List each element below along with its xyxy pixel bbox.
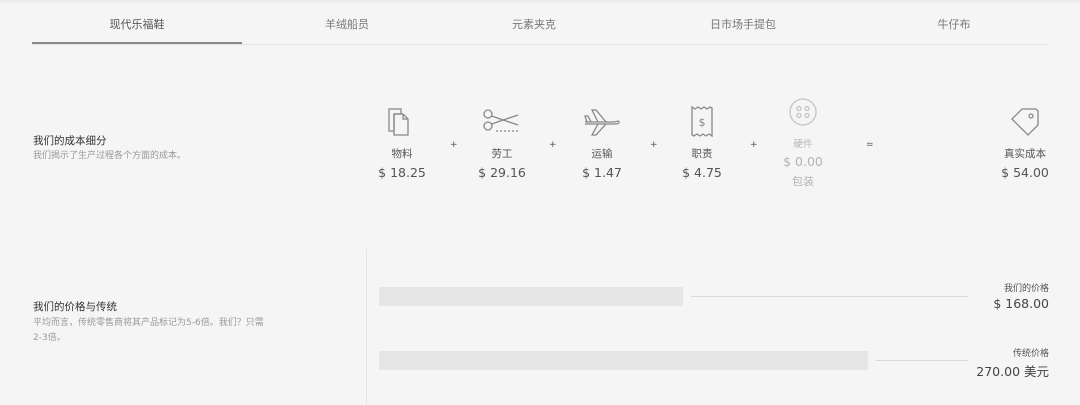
button-icon bbox=[789, 98, 817, 126]
cost-label: 劳工 bbox=[491, 148, 513, 160]
tab-cashmere-crew[interactable]: 羊绒船员 bbox=[242, 16, 452, 32]
cost-label: 物料 bbox=[391, 148, 413, 160]
packaging-label: 包装 bbox=[792, 175, 814, 188]
plus-operator: + bbox=[650, 140, 658, 150]
cost-item-duties: $ 职责 $ 4.75 bbox=[662, 104, 742, 180]
pricing-title: 我们的价格与传统 bbox=[33, 301, 117, 313]
cost-item-materials: 物料 $ 18.25 bbox=[362, 104, 442, 180]
tab-day-market-tote[interactable]: 日市场手提包 bbox=[638, 16, 848, 32]
cost-item-hardware: 硬件 $ 0.00 包装 bbox=[763, 94, 843, 189]
our-price-label: 我们的价格 bbox=[1003, 284, 1049, 294]
pricing-subtitle-line: 平均而言，传统零售商将其产品标记为5-6倍。我们？只需 bbox=[33, 318, 264, 328]
tab-modern-loafer[interactable]: 现代乐福鞋 bbox=[32, 16, 242, 32]
cost-breakdown-title: 我们的成本细分 bbox=[33, 135, 107, 147]
cost-label: 职责 bbox=[691, 148, 713, 160]
cost-breakdown-subtitle: 我们揭示了生产过程各个方面的成本。 bbox=[33, 151, 187, 161]
cost-value: $ 54.00 bbox=[1001, 165, 1049, 180]
equals-operator: = bbox=[866, 140, 874, 150]
plus-operator: + bbox=[750, 140, 758, 150]
cost-value: $ 18.25 bbox=[378, 165, 426, 180]
active-tab-indicator bbox=[32, 42, 242, 44]
fabric-icon bbox=[388, 108, 409, 136]
cost-label: 真实成本 bbox=[1004, 148, 1046, 160]
cost-item-true-cost: 真实成本 $ 54.00 bbox=[985, 104, 1065, 180]
vertical-divider bbox=[366, 249, 367, 405]
traditional-price-bar bbox=[379, 351, 868, 370]
traditional-price-label: 传统价格 bbox=[1012, 349, 1049, 359]
receipt-icon: $ bbox=[691, 105, 713, 138]
plus-operator: + bbox=[549, 140, 557, 150]
pricing-subtitle-line: 2-3倍。 bbox=[33, 333, 66, 343]
product-tabs: 现代乐福鞋 羊绒船员 元素夹克 日市场手提包 牛仔布 bbox=[32, 0, 1048, 45]
tab-denim[interactable]: 牛仔布 bbox=[849, 16, 1059, 32]
tab-element-jacket[interactable]: 元素夹克 bbox=[429, 16, 639, 32]
tag-icon bbox=[1011, 108, 1039, 136]
scissors-icon bbox=[483, 109, 519, 132]
cost-value: $ 4.75 bbox=[682, 165, 722, 180]
cost-label: 硬件 bbox=[793, 139, 813, 150]
cost-label: 运输 bbox=[591, 148, 613, 160]
our-price-leader-line bbox=[691, 296, 968, 297]
cost-value: $ 0.00 bbox=[783, 154, 823, 169]
cost-value: $ 1.47 bbox=[582, 165, 622, 180]
pricing-subtitle: 平均而言，传统零售商将其产品标记为5-6倍。我们？只需 2-3倍。 bbox=[33, 316, 264, 346]
cost-value: $ 29.16 bbox=[478, 165, 526, 180]
our-price-bar bbox=[379, 287, 683, 306]
cost-item-transport: 运输 $ 1.47 bbox=[562, 104, 642, 180]
svg-text:$: $ bbox=[699, 116, 706, 129]
traditional-price-leader-line bbox=[876, 360, 968, 361]
our-price-value: $ 168.00 bbox=[993, 296, 1049, 311]
cost-item-labor: 劳工 $ 29.16 bbox=[462, 104, 542, 180]
airplane-icon bbox=[584, 109, 620, 136]
traditional-price-value: 270.00 美元 bbox=[976, 364, 1049, 379]
plus-operator: + bbox=[450, 140, 458, 150]
